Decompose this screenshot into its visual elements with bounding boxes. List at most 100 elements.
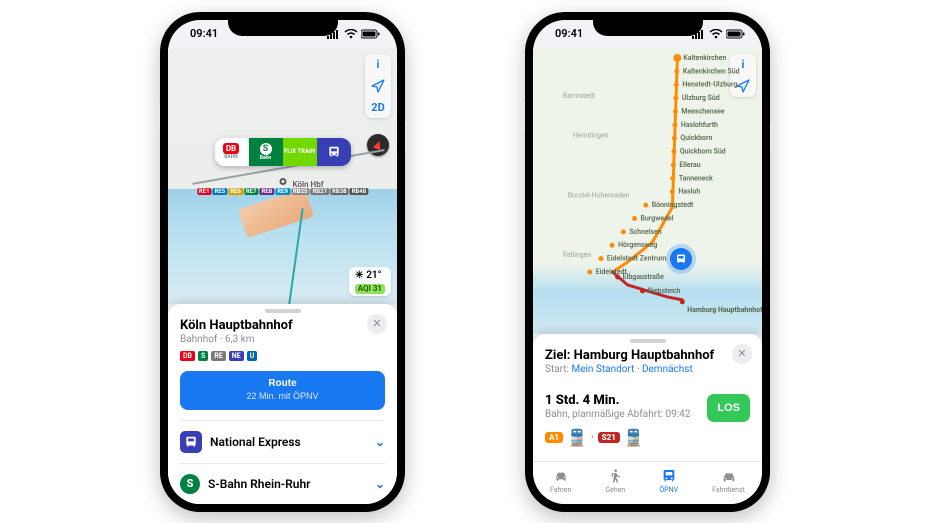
route-stop-label: Eidelstedt Zentrum xyxy=(607,254,666,262)
map-city-label: Hemdingen xyxy=(573,131,609,139)
pill-s21: S21 xyxy=(598,432,620,443)
route-stop xyxy=(671,162,676,167)
phone-left-frame: 09:41 i 2D xyxy=(160,12,405,512)
place-subtitle: Bahnhof · 6,3 km xyxy=(180,334,385,345)
weather-temp: ☀︎ 21° xyxy=(355,270,382,281)
tab-transit[interactable]: ÖPNV xyxy=(659,468,678,494)
destination-subtitle: Start: Mein Standort · Demnächst xyxy=(545,364,750,375)
row-sbahn-rhein-ruhr[interactable]: S S-Bahn Rhein-Ruhr ⌄ xyxy=(180,463,385,504)
sheet-handle[interactable] xyxy=(265,309,301,313)
provider-national-express[interactable] xyxy=(317,138,351,166)
transport-tabbar: Fahren Gehen ÖPNV Fahrdienst xyxy=(533,461,762,504)
line-chip: RB48 xyxy=(350,188,369,195)
line-chip: RB27 xyxy=(310,188,329,195)
national-express-icon xyxy=(180,431,202,453)
status-icons xyxy=(327,29,381,39)
route-overlay: Kaltenkirchen Kaltenkirchen Süd Henstedt-U… xyxy=(533,48,762,334)
line-chip: RE8 xyxy=(260,188,275,195)
station-pin[interactable] xyxy=(279,178,286,185)
route-stop xyxy=(598,256,603,261)
provider-callout[interactable]: DBBAHN SBahn FLIX TRAIN xyxy=(215,138,351,166)
place-title: Köln Hauptbahnhof xyxy=(180,318,385,333)
route-stop-label: Kaltenkirchen Süd xyxy=(683,67,740,75)
provider-sbahn[interactable]: SBahn xyxy=(249,138,283,166)
row-national-express[interactable]: National Express ⌄ xyxy=(180,420,385,463)
route-stop-label: Burgwedel xyxy=(641,214,674,222)
notch xyxy=(228,12,338,36)
start-link[interactable]: Mein Standort xyxy=(571,364,634,375)
route-stop-label: Haslohfurth xyxy=(681,120,718,128)
route-stop xyxy=(680,299,685,304)
pill-a1: A1 xyxy=(545,432,563,443)
trip-summary[interactable]: 1 Std. 4 Min. Bahn, planmäßige Abfahrt: … xyxy=(545,393,750,447)
route-stop xyxy=(643,202,648,207)
route-stop-label: Bönningstedt xyxy=(652,201,694,209)
map-city-label: Borstel-Hohenraden xyxy=(568,191,630,199)
tab-ride[interactable]: Fahrdienst xyxy=(712,468,745,494)
route-stop xyxy=(621,229,626,234)
place-sheet[interactable]: ✕ Köln Hauptbahnhof Bahnhof · 6,3 km DBS… xyxy=(168,304,397,504)
route-stop xyxy=(587,269,592,274)
chevron-down-icon: ⌄ xyxy=(375,477,385,491)
weather-widget[interactable]: ☀︎ 21° AQI 31 xyxy=(349,267,391,296)
clock: 09:41 xyxy=(555,27,583,40)
route-stop xyxy=(615,274,620,279)
route-stop xyxy=(674,68,679,73)
route-stop xyxy=(674,82,679,87)
route-stop-label: Kaltenkirchen xyxy=(683,53,726,61)
clock: 09:41 xyxy=(190,27,218,40)
close-button[interactable]: ✕ xyxy=(367,314,387,334)
depart-time-link[interactable]: Demnächst xyxy=(642,364,693,375)
route-button-label: Route xyxy=(268,378,296,389)
route-stop-label: Meeschensee xyxy=(681,107,725,115)
line-chip: RE7 xyxy=(244,188,259,195)
go-button[interactable]: LOS xyxy=(707,394,750,422)
line-chip: RE6 xyxy=(228,188,243,195)
aqi-badge: AQI 31 xyxy=(355,284,385,294)
route-stop xyxy=(673,95,678,100)
tab-drive[interactable]: Fahren xyxy=(550,468,571,494)
tab-walk[interactable]: Gehen xyxy=(605,468,625,494)
map-controls: i 2D xyxy=(365,54,391,118)
directions-sheet[interactable]: ✕ Ziel: Hamburg Hauptbahnhof Start: Mein… xyxy=(533,334,762,504)
row-label: National Express xyxy=(210,435,301,449)
row-label: S-Bahn Rhein-Ruhr xyxy=(208,477,311,491)
status-icons xyxy=(692,29,746,39)
chevron-down-icon: ⌄ xyxy=(375,435,385,449)
route-stop-label: Elbgaustraße xyxy=(623,272,665,280)
notch xyxy=(593,12,703,36)
route-stop-label: Henstedt-Ulzburg xyxy=(682,80,737,88)
route-stop xyxy=(671,149,676,154)
route-stop xyxy=(632,216,637,221)
map-view[interactable]: i 2D DBBAHN SBahn FLIX TRAIN Köln Hbf RE xyxy=(168,48,397,304)
sheet-handle[interactable] xyxy=(630,339,666,343)
trip-pills: A1 🚆 › S21 🚆 xyxy=(545,428,750,447)
destination-pin[interactable] xyxy=(670,248,692,270)
route-button-sub: 22 Min. mit ÖPNV xyxy=(180,391,385,402)
map-city-label: Barmstedt xyxy=(563,91,596,99)
map-city-label: Rellingen xyxy=(563,251,591,259)
route-stop-label: Hasloh xyxy=(678,187,700,195)
line-chip: RB25 xyxy=(291,188,310,195)
battery-icon xyxy=(726,29,746,39)
screen-right: 09:41 i xyxy=(533,20,762,504)
route-stop xyxy=(670,175,675,180)
wifi-icon xyxy=(344,29,358,39)
route-stop-label: Quickborn xyxy=(680,134,712,142)
route-stop xyxy=(610,242,615,247)
route-button[interactable]: Route 22 Min. mit ÖPNV xyxy=(180,371,385,410)
train-icon: 🚆 xyxy=(567,428,587,447)
line-chip: RB38 xyxy=(330,188,349,195)
route-stop xyxy=(672,135,677,140)
locate-button[interactable] xyxy=(371,79,385,93)
provider-db[interactable]: DBBAHN xyxy=(215,138,249,166)
phone-right-frame: 09:41 i xyxy=(525,12,770,512)
provider-flix[interactable]: FLIX TRAIN xyxy=(283,138,317,166)
line-chip: RE9 xyxy=(275,188,290,195)
close-button[interactable]: ✕ xyxy=(732,344,752,364)
battery-icon xyxy=(361,29,381,39)
map-view[interactable]: i KaltenkirchenKaltenkirchen SüdHenstedt… xyxy=(533,48,762,334)
2d-toggle[interactable]: 2D xyxy=(371,101,384,114)
info-button[interactable]: i xyxy=(377,58,380,71)
route-stop xyxy=(640,288,645,293)
